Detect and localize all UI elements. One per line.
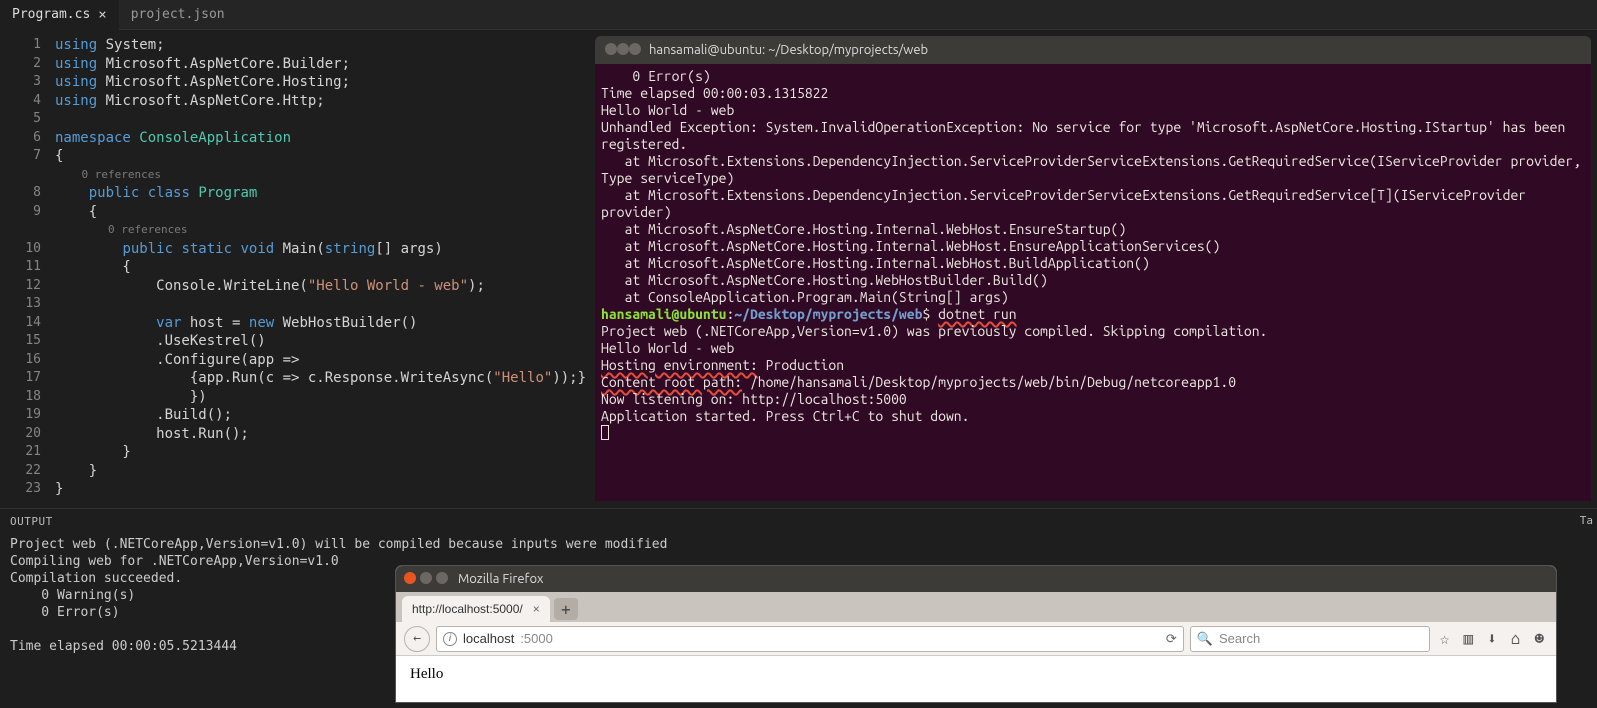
- terminal-line: 0 Error(s): [601, 68, 1585, 85]
- output-panel-title[interactable]: OUTPUT: [0, 509, 1597, 534]
- ubuntu-terminal[interactable]: hansamali@ubuntu: ~/Desktop/myprojects/w…: [595, 36, 1591, 501]
- editor-tab[interactable]: project.json: [119, 0, 237, 30]
- arrow-left-icon: ←: [413, 631, 421, 646]
- code-line[interactable]: [55, 110, 595, 129]
- code-line[interactable]: .Build();: [55, 406, 595, 425]
- terminal-pane: hansamali@ubuntu: ~/Desktop/myprojects/w…: [595, 30, 1597, 508]
- close-icon[interactable]: ×: [533, 602, 540, 616]
- terminal-line: Time elapsed 00:00:03.1315822: [601, 85, 1585, 102]
- home-icon[interactable]: ⌂: [1511, 629, 1521, 648]
- terminal-cursor: [601, 425, 609, 440]
- code-line[interactable]: Console.WriteLine("Hello World - web");: [55, 277, 595, 296]
- window-control-icon[interactable]: [420, 572, 432, 584]
- window-control-icon[interactable]: [436, 572, 448, 584]
- code-line[interactable]: .Configure(app =>: [55, 351, 595, 370]
- panel-right-edge-label[interactable]: Ta: [1576, 508, 1597, 533]
- terminal-line: Content root path: /home/hansamali/Deskt…: [601, 374, 1585, 391]
- firefox-tab[interactable]: http://localhost:5000/ ×: [402, 596, 550, 622]
- search-bar[interactable]: 🔍 Search: [1190, 626, 1430, 652]
- url-host: localhost: [463, 631, 514, 646]
- code-editor[interactable]: 1234567 89 1011121314151617181920212223 …: [0, 30, 595, 508]
- terminal-body[interactable]: 0 Error(s)Time elapsed 00:00:03.1315822H…: [595, 64, 1591, 501]
- firefox-toolbar: ← i localhost :5000 ⟳ 🔍 Search ☆ ▥ ⬇ ⌂ ☻: [396, 622, 1556, 656]
- firefox-tab-label: http://localhost:5000/: [412, 602, 523, 616]
- window-control-icon[interactable]: [605, 43, 617, 55]
- code-line[interactable]: }: [55, 480, 595, 499]
- library-icon[interactable]: ▥: [1463, 629, 1473, 648]
- firefox-page-body: Hello: [396, 656, 1556, 702]
- new-tab-button[interactable]: +: [554, 598, 578, 620]
- close-icon[interactable]: ×: [98, 0, 106, 30]
- terminal-line: Hello World - web: [601, 102, 1585, 119]
- code-line[interactable]: namespace ConsoleApplication: [55, 129, 595, 148]
- url-bar[interactable]: i localhost :5000 ⟳: [436, 626, 1184, 652]
- firefox-toolbar-icons: ☆ ▥ ⬇ ⌂ ☻: [1436, 629, 1548, 648]
- terminal-line: at Microsoft.Extensions.DependencyInject…: [601, 187, 1585, 221]
- plus-icon: +: [561, 600, 571, 619]
- download-icon[interactable]: ⬇: [1487, 629, 1497, 648]
- editor-tab-label: project.json: [131, 0, 225, 30]
- window-control-icon[interactable]: [629, 43, 641, 55]
- window-control-icon[interactable]: [404, 572, 416, 584]
- terminal-line: at Microsoft.AspNetCore.Hosting.Internal…: [601, 238, 1585, 255]
- terminal-line: Application started. Press Ctrl+C to shu…: [601, 408, 1585, 425]
- firefox-tabstrip: http://localhost:5000/ × +: [396, 592, 1556, 622]
- terminal-line: at Microsoft.AspNetCore.Hosting.Internal…: [601, 221, 1585, 238]
- smile-icon[interactable]: ☻: [1534, 629, 1544, 648]
- firefox-window[interactable]: Mozilla Firefox http://localhost:5000/ ×…: [396, 566, 1556, 702]
- code-line[interactable]: {app.Run(c => c.Response.WriteAsync("Hel…: [55, 369, 595, 388]
- terminal-line: Hosting environment: Production: [601, 357, 1585, 374]
- terminal-line: at ConsoleApplication.Program.Main(Strin…: [601, 289, 1585, 306]
- code-line[interactable]: {: [55, 147, 595, 166]
- terminal-line: Now listening on: http://localhost:5000: [601, 391, 1585, 408]
- code-line[interactable]: {: [55, 258, 595, 277]
- firefox-titlebar[interactable]: Mozilla Firefox: [396, 566, 1556, 592]
- refresh-icon[interactable]: ⟳: [1166, 631, 1177, 647]
- editor-tab-label: Program.cs: [12, 0, 90, 30]
- code-line[interactable]: }): [55, 388, 595, 407]
- search-icon: 🔍: [1197, 631, 1213, 647]
- terminal-line: Project web (.NETCoreApp,Version=v1.0) w…: [601, 323, 1585, 340]
- terminal-line: Unhandled Exception: System.InvalidOpera…: [601, 119, 1585, 153]
- code-line[interactable]: public static void Main(string[] args): [55, 240, 595, 259]
- window-control-icon[interactable]: [617, 43, 629, 55]
- url-path: :5000: [520, 631, 553, 646]
- terminal-line: at Microsoft.Extensions.DependencyInject…: [601, 153, 1585, 187]
- code-body[interactable]: using System;using Microsoft.AspNetCore.…: [55, 30, 595, 508]
- editor-tabbar: Program.cs × project.json: [0, 0, 1597, 30]
- code-line[interactable]: }: [55, 443, 595, 462]
- search-placeholder: Search: [1219, 631, 1260, 646]
- code-line[interactable]: {: [55, 203, 595, 222]
- code-line[interactable]: .UseKestrel(): [55, 332, 595, 351]
- code-line[interactable]: var host = new WebHostBuilder(): [55, 314, 595, 333]
- code-line[interactable]: }: [55, 462, 595, 481]
- terminal-line: at Microsoft.AspNetCore.Hosting.Internal…: [601, 255, 1585, 272]
- editor-tab[interactable]: Program.cs ×: [0, 0, 119, 30]
- terminal-title-text: hansamali@ubuntu: ~/Desktop/myprojects/w…: [649, 43, 928, 57]
- line-gutter: 1234567 89 1011121314151617181920212223: [0, 30, 55, 508]
- terminal-titlebar[interactable]: hansamali@ubuntu: ~/Desktop/myprojects/w…: [595, 36, 1591, 64]
- code-line[interactable]: using System;: [55, 36, 595, 55]
- code-line[interactable]: using Microsoft.AspNetCore.Hosting;: [55, 73, 595, 92]
- terminal-line: hansamali@ubuntu:~/Desktop/myprojects/we…: [601, 306, 1585, 323]
- code-line[interactable]: [55, 295, 595, 314]
- back-button[interactable]: ←: [404, 626, 430, 652]
- codelens-reference[interactable]: 0 references: [55, 221, 595, 240]
- codelens-reference[interactable]: 0 references: [55, 166, 595, 185]
- terminal-line: at Microsoft.AspNetCore.Hosting.WebHostB…: [601, 272, 1585, 289]
- star-icon[interactable]: ☆: [1440, 629, 1450, 648]
- firefox-title-text: Mozilla Firefox: [458, 572, 544, 586]
- terminal-line: Hello World - web: [601, 340, 1585, 357]
- code-line[interactable]: using Microsoft.AspNetCore.Http;: [55, 92, 595, 111]
- code-line[interactable]: host.Run();: [55, 425, 595, 444]
- main-split: 1234567 89 1011121314151617181920212223 …: [0, 30, 1597, 508]
- info-icon[interactable]: i: [443, 632, 457, 646]
- code-line[interactable]: public class Program: [55, 184, 595, 203]
- code-line[interactable]: using Microsoft.AspNetCore.Builder;: [55, 55, 595, 74]
